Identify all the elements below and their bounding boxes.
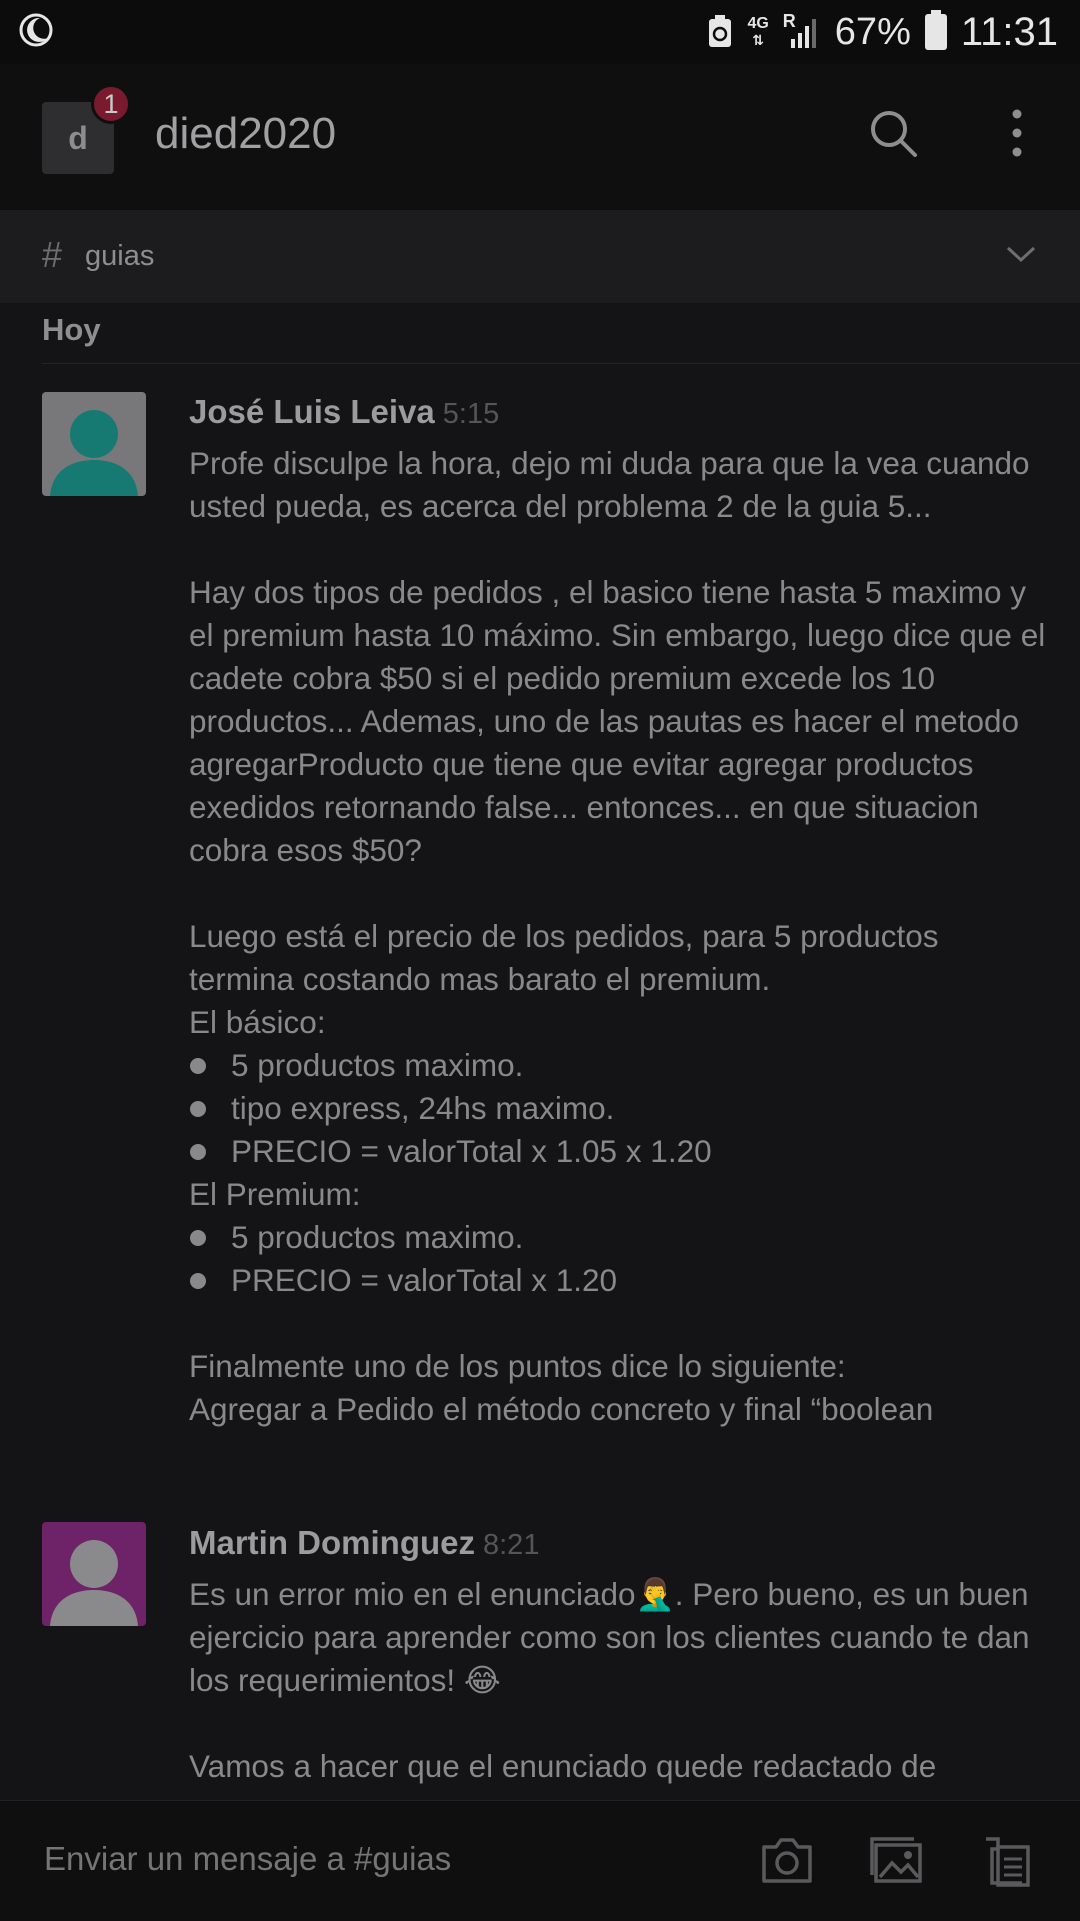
list-item: PRECIO = valorTotal x 1.05 x 1.20 xyxy=(189,1130,1049,1173)
message-paragraph: Hay dos tipos de pedidos , el basico tie… xyxy=(189,574,1046,868)
channel-name: guias xyxy=(85,240,155,272)
message-time: 8:21 xyxy=(483,1529,540,1561)
list-item: 5 productos maximo. xyxy=(189,1044,1049,1087)
message-paragraph: Finalmente uno de los puntos dice lo sig… xyxy=(189,1348,846,1384)
battery-icon xyxy=(924,10,947,50)
clock: 11:31 xyxy=(960,9,1058,54)
message-paragraph: Vamos a hacer que el enunciado quede red… xyxy=(189,1748,937,1784)
recycle-icon xyxy=(709,15,732,47)
message-input[interactable] xyxy=(42,1839,726,1879)
message-paragraph: Agregar a Pedido el método concreto y fi… xyxy=(189,1391,934,1427)
day-divider xyxy=(42,363,1080,364)
list-item: PRECIO = valorTotal x 1.20 xyxy=(189,1259,1049,1302)
user-avatar-icon xyxy=(42,1522,146,1626)
files-icon[interactable] xyxy=(978,1833,1036,1887)
message-composer xyxy=(0,1800,1080,1921)
notification-badge: 1 xyxy=(91,84,131,124)
bullet-list: 5 productos maximo. PRECIO = valorTotal … xyxy=(189,1216,1049,1302)
message-paragraph: Es un error mio en el enunciado🤦‍♂️. Per… xyxy=(189,1576,1030,1698)
user-avatar-icon xyxy=(42,392,146,496)
author-name[interactable]: José Luis Leiva xyxy=(189,393,435,430)
chevron-down-icon[interactable] xyxy=(1005,242,1037,266)
more-vertical-icon[interactable] xyxy=(1000,108,1034,158)
message-time: 5:15 xyxy=(442,398,500,430)
network-indicator: 4G ⇅ xyxy=(747,15,769,49)
message-body: Es un error mio en el enunciado🤦‍♂️. Per… xyxy=(189,1573,1049,1799)
list-title: El básico: xyxy=(189,1004,326,1040)
workspace-initial: d xyxy=(68,119,88,156)
workspace-name[interactable]: died2020 xyxy=(155,109,336,159)
message-body: Profe disculpe la hora, dejo mi duda par… xyxy=(189,442,1049,1431)
camera-icon[interactable] xyxy=(758,1833,816,1887)
app-bar: d 1 died2020 xyxy=(0,64,1080,210)
moon-icon xyxy=(19,13,53,47)
list-title: El Premium: xyxy=(189,1176,361,1212)
gallery-icon[interactable] xyxy=(868,1833,926,1887)
message-header: José Luis Leiva 5:15 xyxy=(189,393,499,431)
battery-percent: 67% xyxy=(834,10,911,53)
channel-hash: # xyxy=(42,234,63,275)
search-icon[interactable] xyxy=(868,108,918,158)
status-bar: 4G ⇅ R 67% 11:31 xyxy=(0,0,1080,64)
message-header: Martin Dominguez 8:21 xyxy=(189,1524,539,1562)
list-item: tipo express, 24hs maximo. xyxy=(189,1087,1049,1130)
signal-icon: R xyxy=(783,11,821,49)
avatar[interactable] xyxy=(42,392,146,496)
author-name[interactable]: Martin Dominguez xyxy=(189,1524,475,1561)
channel-header[interactable]: # guias xyxy=(0,210,1080,303)
message-paragraph: Profe disculpe la hora, dejo mi duda par… xyxy=(189,445,1030,524)
bullet-list: 5 productos maximo. tipo express, 24hs m… xyxy=(189,1044,1049,1173)
list-item: 5 productos maximo. xyxy=(189,1216,1049,1259)
message-paragraph: Luego está el precio de los pedidos, par… xyxy=(189,918,939,997)
day-divider-label: Hoy xyxy=(42,312,101,347)
avatar[interactable] xyxy=(42,1522,146,1626)
